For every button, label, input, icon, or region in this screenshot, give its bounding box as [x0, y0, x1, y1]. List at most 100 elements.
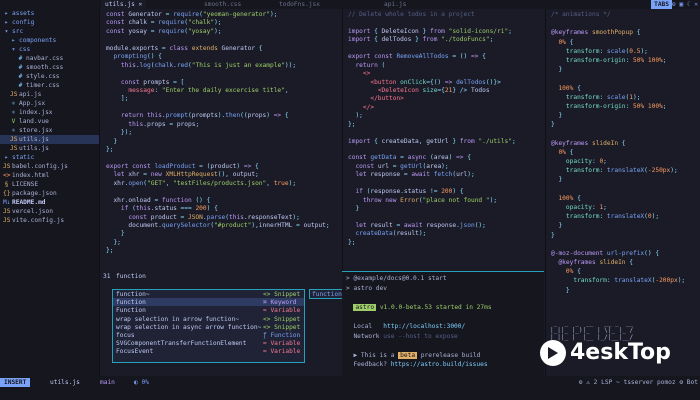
file-tree-item[interactable]: {} package.json — [0, 189, 99, 198]
file-tree-item[interactable]: M↓ README.md — [0, 198, 99, 207]
code-token: } — [551, 222, 563, 230]
file-tree-item[interactable]: ▸ components — [0, 36, 99, 45]
file-tree-item[interactable]: JS api.js — [0, 90, 99, 99]
file-tree-item[interactable]: ▾ css — [0, 45, 99, 54]
file-tree-item[interactable]: <> index.html — [0, 171, 99, 180]
file-tree-item[interactable]: ▸ assets — [0, 9, 99, 18]
completion-item[interactable]: focus ƒ Function — [113, 331, 304, 339]
file-tree-item[interactable]: JS babel.config.js — [0, 162, 99, 171]
file-tree-item[interactable]: ▾ src — [0, 27, 99, 36]
file-tree-item[interactable]: ⚛ App.jsx — [0, 99, 99, 108]
completion-item[interactable]: FocusEvent ≈ Variable — [113, 347, 304, 355]
file-tree-item[interactable]: # timer.css — [0, 81, 99, 90]
code-token: === — [180, 205, 196, 213]
code-line: transform: translateX(-200px); — [551, 276, 700, 285]
js-icon: JS — [3, 208, 11, 215]
file-tree-item[interactable]: # smooth.css — [0, 63, 99, 72]
file-tree-item[interactable]: JS vercel.json — [0, 207, 99, 216]
tab-smooth-css[interactable]: smooth.css — [200, 0, 245, 9]
code-line: createData(result); — [348, 229, 544, 237]
local-url-link[interactable]: http://localhost:3000/ — [383, 323, 465, 330]
completion-item[interactable]: SVGComponentTransferFunctionElement ≈ Var… — [113, 339, 304, 347]
code-token: "chalk" — [187, 19, 215, 27]
tab-utils-js[interactable]: utils.js ✕ — [101, 0, 147, 9]
code-line: 0% { — [551, 38, 700, 47]
code-token: } — [106, 230, 125, 238]
code-token: then — [225, 112, 241, 120]
css-icon: # — [18, 64, 23, 71]
file-tree-item[interactable]: # style.css — [0, 72, 99, 81]
code-token: ; — [662, 102, 667, 110]
code-token: "GET" — [147, 179, 166, 187]
file-tree-item[interactable]: JS vite.config.js — [0, 216, 99, 225]
code-token: Todos — [470, 86, 490, 94]
code-token: json — [459, 221, 475, 229]
file-tree-label: assets — [12, 10, 35, 17]
code-line: } — [551, 175, 700, 184]
code-token: let — [355, 221, 371, 229]
tabbar-action-icons[interactable]: ⚙ ▣ ☾ ✕ — [672, 0, 698, 9]
completion-item[interactable]: function ⌘ Keyword — [113, 298, 304, 307]
terminal-line: > astro dev — [346, 284, 387, 292]
code-line: opacity: 0; — [551, 157, 700, 166]
code-area[interactable]: /* animations */ @keyframes smoothPopup {… — [546, 9, 700, 295]
file-tree-item[interactable]: # navbar.css — [0, 54, 99, 63]
code-line: import { DeleteIcon } from "solid-icons/… — [348, 27, 544, 35]
completion-item[interactable]: function~ <> Snippet — [113, 290, 304, 298]
code-area[interactable]: const Generator = require("yeoman-genera… — [101, 9, 341, 255]
current-line[interactable]: 31 function — [101, 271, 341, 282]
code-token: ); — [292, 213, 300, 221]
file-tree-item[interactable]: § LICENSE — [0, 180, 99, 189]
code-token: ={() — [426, 78, 445, 86]
file-tree-label: vercel.json — [12, 208, 53, 215]
completion-item[interactable]: wrap selection in arrow function~ <> Snip… — [113, 315, 304, 323]
tab-api-js[interactable]: api.js — [380, 0, 410, 9]
code-token: = — [143, 171, 151, 179]
editor-pane-todofns[interactable]: // Delete whole todos in a project import… — [342, 9, 544, 271]
editor-pane-utils-js[interactable]: const Generator = require("yeoman-genera… — [101, 9, 341, 276]
completion-menu[interactable]: function~ <> Snippet function ⌘ Keyword Func… — [112, 289, 305, 363]
code-token: responseText — [247, 213, 293, 221]
code-line: return this.prompt(prompts).then((props)… — [106, 111, 341, 119]
file-tree-item[interactable]: ▸ config — [0, 18, 99, 27]
completion-label: function — [116, 299, 146, 307]
code-token: } — [415, 36, 423, 44]
file-tree-item[interactable]: Vland.vue — [0, 117, 99, 126]
file-tree-label: timer.css — [26, 82, 60, 89]
code-token: prompt — [165, 112, 188, 120]
completion-item[interactable]: Function ≈ Variable — [113, 306, 304, 314]
line-number: 31 — [103, 273, 111, 280]
code-line: transform: translateX(-250px); — [551, 166, 700, 175]
file-tree-item[interactable]: JS utils.js — [0, 135, 99, 144]
code-token: export const — [106, 162, 155, 170]
code-line: export const RemoveAllTodos = () => { — [348, 52, 544, 60]
tab-todofns-jsx[interactable]: todoFns.jsx — [275, 0, 324, 9]
code-token: } — [551, 66, 563, 74]
code-token: if — [120, 205, 133, 213]
file-tree-item[interactable]: ⚛ index.jsx — [0, 108, 99, 117]
terminal-pane[interactable]: > @example/docs@0.0.1 start > astro dev … — [342, 271, 544, 376]
code-token: </button> — [370, 95, 404, 103]
status-line: INSERT utils.js main ◐ 0% ⚙ ⚠ 2 LSP ~ ts… — [0, 376, 700, 400]
code-line: const getData = async (area) => { — [348, 153, 544, 161]
code-token: { — [374, 36, 382, 44]
typed-text[interactable]: function — [116, 272, 146, 281]
file-tree-item[interactable]: ▸ static — [0, 153, 99, 162]
file-tree-item[interactable]: JS utils.js — [0, 144, 99, 153]
code-area[interactable]: // Delete whole todos in a project import… — [343, 9, 544, 246]
code-token: response — [370, 171, 404, 179]
file-tree-item[interactable]: ⚛ store.jsx — [0, 126, 99, 135]
code-line: <DeleteIcon size={21} /> Todos — [348, 86, 544, 94]
code-token: "./utils" — [478, 137, 512, 145]
completion-item[interactable]: wrap selection in async arrow function~ <… — [113, 323, 304, 331]
code-token: => — [243, 162, 256, 170]
code-token: { — [255, 162, 259, 170]
code-token: prompts — [143, 78, 174, 86]
code-line: 0% { — [551, 148, 700, 157]
code-token: extends — [191, 44, 222, 52]
feedback-link[interactable]: https://astro.build/issues — [391, 361, 488, 368]
